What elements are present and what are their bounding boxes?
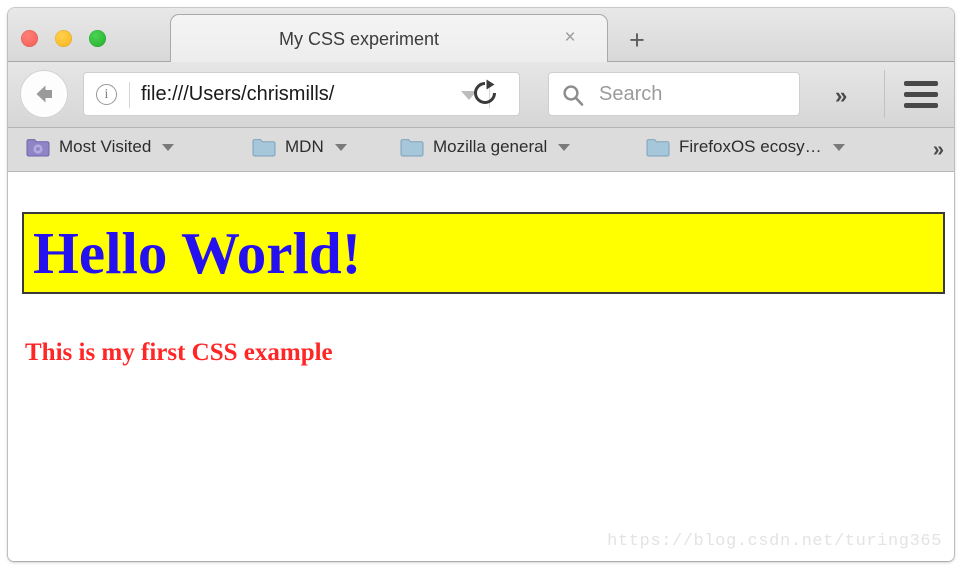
search-bar[interactable]: Search xyxy=(548,72,800,116)
chevron-down-icon[interactable] xyxy=(832,143,845,151)
bookmark-label: MDN xyxy=(285,137,324,156)
toolbar-divider xyxy=(884,70,885,118)
folder-gear-icon xyxy=(26,137,50,157)
bookmarks-toolbar: Most Visited MDN Mozilla general Firefox… xyxy=(8,128,954,172)
search-input[interactable]: Search xyxy=(599,83,662,106)
new-tab-button[interactable]: + xyxy=(624,27,650,54)
folder-icon xyxy=(646,137,670,157)
bookmark-most-visited[interactable]: Most Visited xyxy=(26,137,175,157)
page-content: Hello World! This is my first CSS exampl… xyxy=(8,172,954,561)
window-close-button[interactable] xyxy=(21,30,38,47)
urlbar-divider xyxy=(129,82,130,108)
window-controls xyxy=(21,30,106,47)
tab-my-css-experiment[interactable]: My CSS experiment × xyxy=(170,14,608,62)
url-bar[interactable]: i file:///Users/chrismills/ xyxy=(83,72,520,116)
toolbar-overflow-button[interactable]: » xyxy=(835,83,847,109)
bookmark-firefoxos-ecosystem[interactable]: FirefoxOS ecosy… xyxy=(646,137,845,157)
page-heading: Hello World! xyxy=(22,212,945,294)
hamburger-menu-button[interactable] xyxy=(904,81,938,108)
reload-icon xyxy=(470,79,500,112)
bookmark-label: Most Visited xyxy=(59,137,152,156)
page-paragraph: This is my first CSS example xyxy=(25,339,333,366)
bookmark-mozilla-general[interactable]: Mozilla general xyxy=(400,137,571,157)
search-icon xyxy=(561,83,585,112)
tab-close-icon[interactable]: × xyxy=(559,27,581,49)
navigation-toolbar: i file:///Users/chrismills/ Search » xyxy=(8,62,954,128)
browser-window: My CSS experiment × + i file:///Users/ch… xyxy=(8,8,954,561)
bookmarks-overflow-button[interactable]: » xyxy=(933,139,944,162)
bookmark-label: FirefoxOS ecosy… xyxy=(679,137,822,156)
window-maximize-button[interactable] xyxy=(89,30,106,47)
chevron-down-icon[interactable] xyxy=(162,143,175,151)
bookmark-label: Mozilla general xyxy=(433,137,548,156)
window-minimize-button[interactable] xyxy=(55,30,72,47)
identity-info-icon[interactable]: i xyxy=(96,84,117,105)
watermark: https://blog.csdn.net/turing365 xyxy=(607,532,942,551)
reload-button[interactable] xyxy=(470,78,500,108)
chevron-down-icon[interactable] xyxy=(558,143,571,151)
folder-icon xyxy=(252,137,276,157)
folder-icon xyxy=(400,137,424,157)
chevron-down-icon[interactable] xyxy=(334,143,347,151)
back-button[interactable] xyxy=(20,70,68,118)
url-input[interactable]: file:///Users/chrismills/ xyxy=(141,83,449,106)
tab-title: My CSS experiment xyxy=(278,29,440,49)
bookmark-mdn[interactable]: MDN xyxy=(252,137,347,157)
tab-strip: My CSS experiment × + xyxy=(8,8,954,62)
